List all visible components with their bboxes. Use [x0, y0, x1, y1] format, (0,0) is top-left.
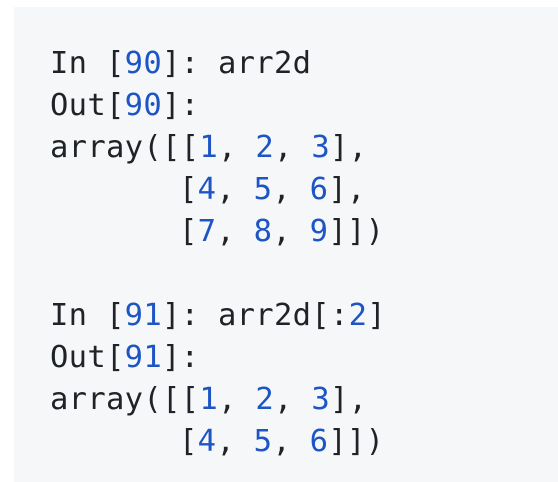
array-value: 1 — [199, 382, 218, 417]
array-value: 4 — [197, 172, 217, 207]
array-value: 2 — [255, 130, 274, 165]
array-value: 6 — [309, 424, 329, 459]
row-close: ]]) — [328, 424, 385, 459]
array-value: 3 — [311, 382, 330, 417]
separator: , — [216, 424, 254, 459]
output-prompt-suffix: ]: — [161, 88, 200, 123]
array-value: 5 — [253, 172, 273, 207]
row-open: [ — [179, 424, 198, 459]
array-value: 8 — [253, 214, 273, 249]
output-row: [4, 5, 6]]) — [50, 421, 386, 463]
output-prompt-suffix: ]: — [161, 340, 200, 375]
input-prompt-prefix: In [ — [50, 46, 125, 81]
array-value: 9 — [309, 214, 329, 249]
separator: , — [273, 130, 312, 165]
slice-number: 2 — [348, 298, 368, 333]
input-prompt-suffix: ]: — [161, 298, 218, 333]
input-line-91: In [91]: arr2d[:2] — [50, 295, 386, 337]
input-prompt-number: 91 — [124, 298, 162, 333]
array-value: 2 — [255, 382, 274, 417]
array-value: 7 — [197, 214, 217, 249]
input-line-90: In [90]: arr2d — [50, 43, 386, 85]
row-open: array([[ — [50, 382, 200, 417]
input-prompt-suffix: ]: — [161, 46, 218, 81]
output-label-90: Out[90]: — [50, 85, 386, 127]
row-open: [ — [179, 172, 198, 207]
separator: , — [216, 214, 254, 249]
array-value: 4 — [197, 424, 217, 459]
output-prompt-prefix: Out[ — [50, 88, 125, 123]
code-block: In [90]: arr2d Out[90]: array([[1, 2, 3],[… — [50, 43, 386, 463]
row-close: ], — [329, 382, 368, 417]
slice-close: ] — [367, 298, 386, 333]
output-prompt-number: 91 — [124, 340, 162, 375]
array-value: 6 — [309, 172, 329, 207]
row-open: [ — [179, 214, 198, 249]
input-prompt-prefix: In [ — [50, 298, 125, 333]
output-prompt-number: 90 — [124, 88, 162, 123]
input-code: arr2d[: — [217, 298, 349, 333]
separator: , — [217, 130, 256, 165]
input-prompt-number: 90 — [124, 46, 162, 81]
code-panel: In [90]: arr2d Out[90]: array([[1, 2, 3],[… — [14, 7, 558, 482]
separator: , — [272, 424, 310, 459]
row-open: array([[ — [50, 130, 200, 165]
array-value: 3 — [311, 130, 330, 165]
separator: , — [272, 214, 310, 249]
output-label-91: Out[91]: — [50, 337, 386, 379]
separator: , — [272, 172, 310, 207]
input-code: arr2d — [217, 46, 312, 81]
output-row: [7, 8, 9]]) — [50, 211, 386, 253]
array-value: 5 — [253, 424, 273, 459]
separator: , — [273, 382, 312, 417]
output-row: [4, 5, 6], — [50, 169, 386, 211]
output-row: array([[1, 2, 3], — [50, 127, 386, 169]
separator: , — [216, 172, 254, 207]
row-close: ], — [329, 130, 368, 165]
output-row: array([[1, 2, 3], — [50, 379, 386, 421]
row-close: ]]) — [328, 214, 385, 249]
row-close: ], — [328, 172, 366, 207]
separator: , — [217, 382, 256, 417]
array-value: 1 — [199, 130, 218, 165]
output-prompt-prefix: Out[ — [50, 340, 125, 375]
